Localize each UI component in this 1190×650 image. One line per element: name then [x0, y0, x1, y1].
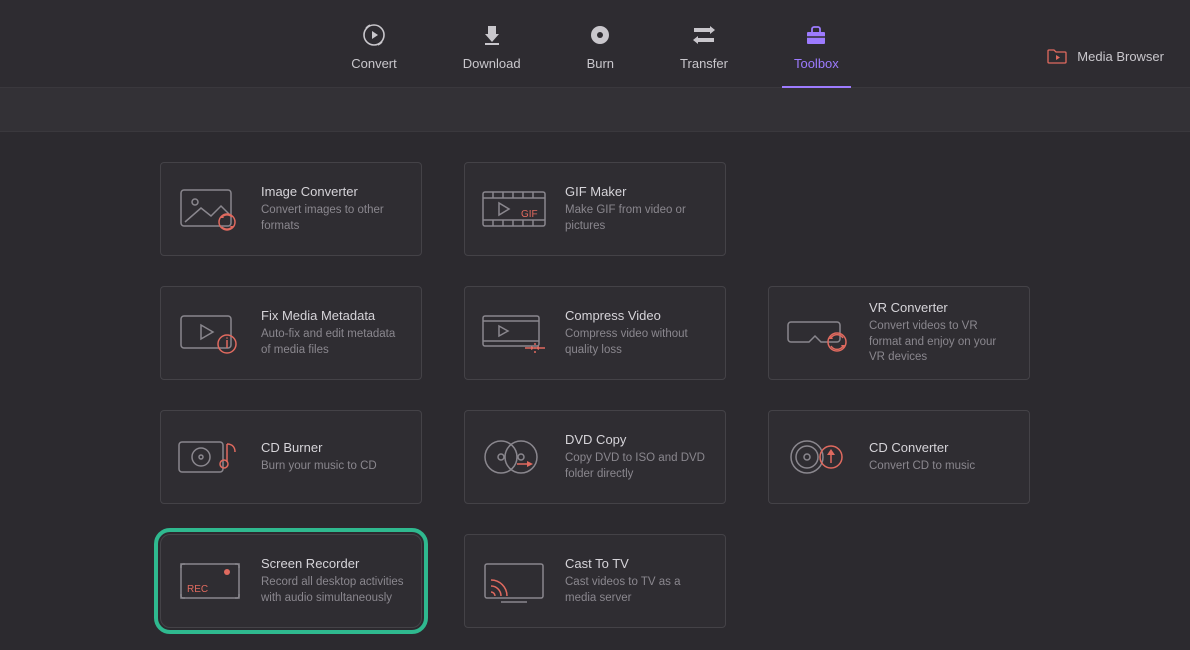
card-desc: Convert videos to VR format and enjoy on…	[869, 319, 1013, 366]
nav-burn[interactable]: Burn	[575, 22, 626, 87]
card-cd-burner[interactable]: CD Burner Burn your music to CD	[160, 410, 422, 504]
image-converter-icon	[177, 186, 243, 232]
card-dvd-copy[interactable]: DVD Copy Copy DVD to ISO and DVD folder …	[464, 410, 726, 504]
card-title: VR Converter	[869, 300, 1013, 315]
transfer-icon	[691, 22, 717, 48]
media-browser-icon	[1047, 48, 1067, 64]
nav-label: Transfer	[680, 56, 728, 71]
nav-download[interactable]: Download	[451, 22, 533, 87]
card-desc: Compress video without quality loss	[565, 327, 709, 358]
card-title: GIF Maker	[565, 184, 709, 199]
card-gif-maker[interactable]: GIF GIF Maker Make GIF from video or pic…	[464, 162, 726, 256]
card-desc: Auto-fix and edit metadata of media file…	[261, 327, 405, 358]
media-browser-label: Media Browser	[1077, 49, 1164, 64]
card-desc: Cast videos to TV as a media server	[565, 575, 709, 606]
svg-text:REC: REC	[187, 584, 208, 595]
card-title: Compress Video	[565, 308, 709, 323]
convert-icon	[361, 22, 387, 48]
cd-converter-icon	[785, 434, 851, 480]
top-nav: Convert Download Burn	[339, 22, 851, 87]
cd-burner-icon	[177, 434, 243, 480]
card-desc: Burn your music to CD	[261, 459, 405, 475]
card-title: Cast To TV	[565, 556, 709, 571]
card-screen-recorder[interactable]: REC Screen Recorder Record all desktop a…	[160, 534, 422, 628]
card-vr-converter[interactable]: VR Converter Convert videos to VR format…	[768, 286, 1030, 380]
toolbox-grid: Image Converter Convert images to other …	[0, 132, 1190, 628]
card-cast-to-tv[interactable]: Cast To TV Cast videos to TV as a media …	[464, 534, 726, 628]
nav-label: Download	[463, 56, 521, 71]
card-cd-converter[interactable]: CD Converter Convert CD to music	[768, 410, 1030, 504]
card-desc: Convert CD to music	[869, 459, 1013, 475]
card-title: DVD Copy	[565, 432, 709, 447]
card-desc: Make GIF from video or pictures	[565, 203, 709, 234]
card-desc: Copy DVD to ISO and DVD folder directly	[565, 451, 709, 482]
nav-label: Toolbox	[794, 56, 839, 71]
card-image-converter[interactable]: Image Converter Convert images to other …	[160, 162, 422, 256]
card-title: CD Converter	[869, 440, 1013, 455]
burn-icon	[587, 22, 613, 48]
svg-text:GIF: GIF	[521, 209, 538, 220]
fix-metadata-icon	[177, 310, 243, 356]
download-icon	[479, 22, 505, 48]
card-title: Screen Recorder	[261, 556, 405, 571]
dvd-copy-icon	[481, 434, 547, 480]
card-title: Fix Media Metadata	[261, 308, 405, 323]
card-title: Image Converter	[261, 184, 405, 199]
gif-maker-icon: GIF	[481, 186, 547, 232]
sub-header	[0, 88, 1190, 132]
nav-label: Burn	[587, 56, 614, 71]
card-fix-metadata[interactable]: Fix Media Metadata Auto-fix and edit met…	[160, 286, 422, 380]
nav-toolbox[interactable]: Toolbox	[782, 22, 851, 87]
card-desc: Convert images to other formats	[261, 203, 405, 234]
card-desc: Record all desktop activities with audio…	[261, 575, 405, 606]
cast-to-tv-icon	[481, 558, 547, 604]
vr-converter-icon	[785, 310, 851, 356]
screen-recorder-icon: REC	[177, 558, 243, 604]
toolbox-icon	[803, 22, 829, 48]
nav-transfer[interactable]: Transfer	[668, 22, 740, 87]
media-browser-link[interactable]: Media Browser	[1047, 48, 1164, 64]
nav-convert[interactable]: Convert	[339, 22, 409, 87]
nav-label: Convert	[351, 56, 397, 71]
compress-video-icon	[481, 310, 547, 356]
card-title: CD Burner	[261, 440, 405, 455]
card-compress-video[interactable]: Compress Video Compress video without qu…	[464, 286, 726, 380]
